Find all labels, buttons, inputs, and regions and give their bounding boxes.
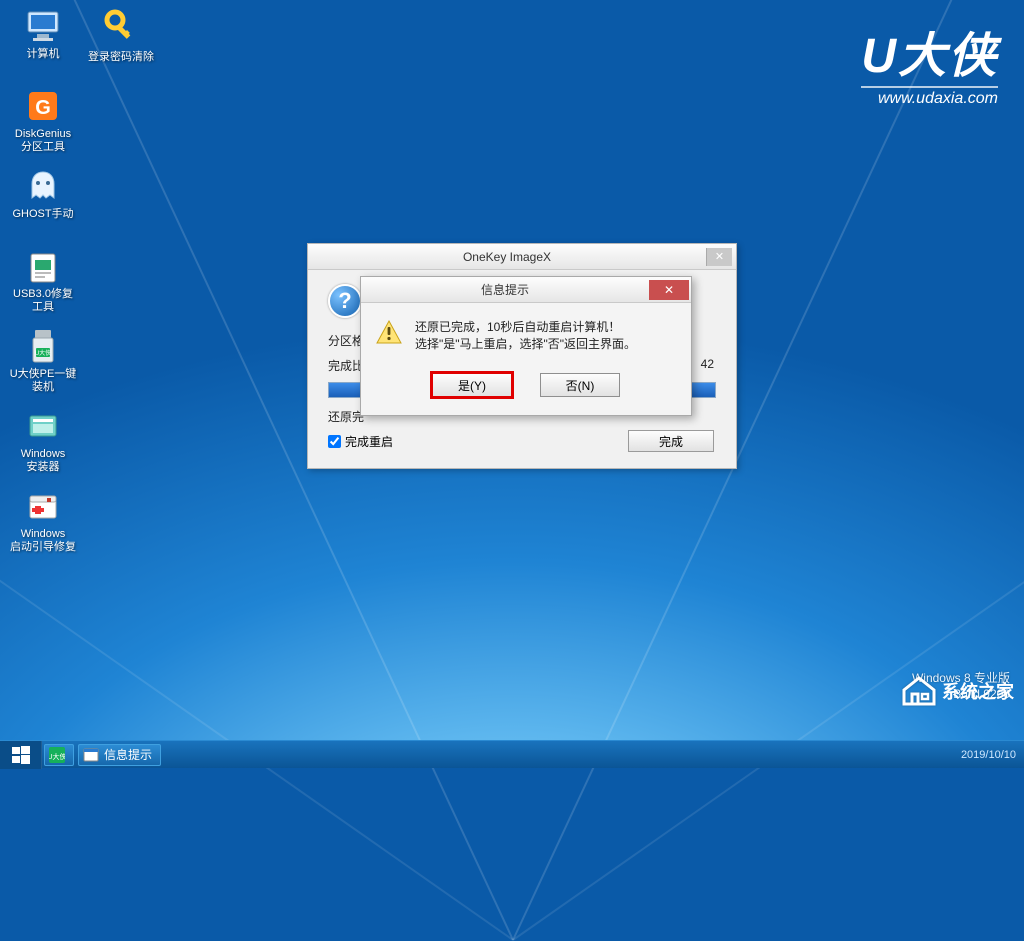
desktop-icon-label: USB3.0修复 工具 (13, 288, 73, 314)
yes-button[interactable]: 是(Y) (432, 373, 512, 397)
no-button[interactable]: 否(N) (540, 373, 620, 397)
finish-button[interactable]: 完成 (628, 430, 714, 452)
progress-label: 完成比 (328, 357, 364, 374)
desktop-icon-label: Windows 启动引导修复 (10, 528, 76, 554)
desktop-icon-label: 计算机 (27, 48, 60, 61)
desktop-icon-label: DiskGenius 分区工具 (15, 128, 71, 154)
taskbar-item-udaxia[interactable]: U大侠 (44, 744, 74, 766)
desktop-icon-label: 登录密码清除 (88, 48, 154, 64)
usb-repair-icon (23, 246, 63, 286)
desktop-icon-label: U大侠PE一键 装机 (10, 368, 77, 394)
udaxia-icon: U大侠 (49, 747, 65, 763)
brand-name: U大侠 (861, 16, 998, 86)
window-title: OneKey ImageX (308, 250, 706, 264)
progress-value: 42 (701, 357, 714, 371)
desktop-icon-boot-repair[interactable]: Windows 启动引导修复 (6, 486, 80, 560)
boot-repair-icon (23, 486, 63, 526)
desktop-icon-ghost[interactable]: GHOST手动 (6, 166, 80, 240)
desktop-icon-usb-repair[interactable]: USB3.0修复 工具 (6, 246, 80, 320)
dialog-message-line1: 还原已完成，10秒后自动重启计算机！ (415, 319, 636, 336)
desktop-icon-windows-installer[interactable]: Windows 安装器 (6, 406, 80, 480)
dialog-titlebar[interactable]: 信息提示 ✕ (361, 277, 691, 303)
dialog-message-line2: 选择"是"马上重启，选择"否"返回主界面。 (415, 336, 636, 353)
diskgenius-icon: G (23, 86, 63, 126)
start-button[interactable] (0, 741, 42, 769)
desktop-icon-password-clear[interactable]: 登录密码清除 (84, 6, 158, 64)
taskbar: U大侠 信息提示 2019/10/10 (0, 740, 1024, 768)
dialog-title: 信息提示 (361, 281, 649, 298)
restart-checkbox-label: 完成重启 (345, 433, 393, 450)
taskbar-date[interactable]: 2019/10/10 (961, 749, 1024, 761)
close-button[interactable]: ✕ (706, 248, 732, 266)
brand-logo: U大侠 www.udaxia.com (861, 16, 998, 108)
desktop-icon-computer[interactable]: 计算机 (6, 6, 80, 80)
dialog-close-button[interactable]: ✕ (649, 280, 689, 300)
question-icon: ? (328, 284, 362, 318)
watermark-text: 系统之家 (942, 678, 1014, 704)
dialog-info: 信息提示 ✕ 还原已完成，10秒后自动重启计算机！ 选择"是"马上重启，选择"否… (360, 276, 692, 416)
windows-logo-icon (12, 746, 30, 764)
udaxia-pe-icon: U大侠 (23, 326, 63, 366)
desktop-icon-udaxia-pe[interactable]: U大侠 U大侠PE一键 装机 (6, 326, 80, 400)
ghost-icon (23, 166, 63, 206)
key-icon (101, 6, 141, 46)
computer-icon (23, 6, 63, 46)
desktop-icons: 计算机 G DiskGenius 分区工具 GHOST手动 USB3.0修复 工… (6, 6, 90, 566)
windows-installer-icon (23, 406, 63, 446)
desktop-icon-diskgenius[interactable]: G DiskGenius 分区工具 (6, 86, 80, 160)
desktop-icon-label: Windows 安装器 (21, 448, 66, 474)
dialog-message: 还原已完成，10秒后自动重启计算机！ 选择"是"马上重启，选择"否"返回主界面。 (415, 319, 636, 353)
svg-text:G: G (35, 97, 51, 119)
watermark: 系统之家 (902, 676, 1014, 706)
brand-url: www.udaxia.com (861, 86, 998, 108)
titlebar[interactable]: OneKey ImageX ✕ (308, 244, 736, 270)
house-icon (902, 676, 936, 706)
svg-text:U大侠: U大侠 (35, 349, 51, 357)
warning-icon (375, 319, 403, 345)
app-icon (83, 747, 99, 763)
taskbar-item-dialog[interactable]: 信息提示 (78, 744, 161, 766)
svg-text:U大侠: U大侠 (49, 752, 65, 761)
restart-checkbox-input[interactable] (328, 435, 341, 448)
desktop-icon-label: GHOST手动 (12, 208, 73, 221)
taskbar-item-label: 信息提示 (104, 746, 152, 763)
